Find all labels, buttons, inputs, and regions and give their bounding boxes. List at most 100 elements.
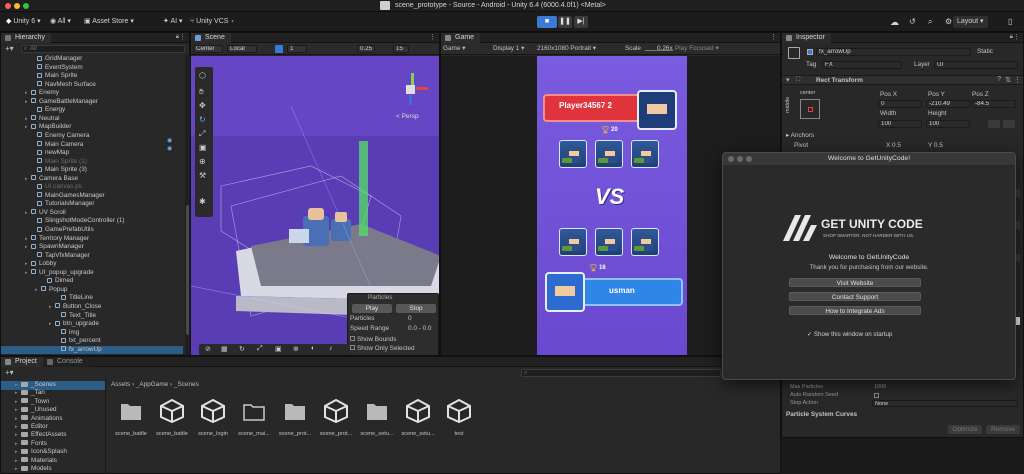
more-icon[interactable]: ⋮ — [179, 33, 186, 41]
height-field[interactable]: 100 — [926, 120, 970, 128]
help-icon[interactable]: ? — [997, 76, 1001, 83]
resolution-dropdown[interactable]: 2160x1080 Portrait ▾ — [537, 45, 596, 53]
scrollbar-thumb[interactable] — [186, 205, 189, 335]
hierarchy-item[interactable]: ▸ GameBattleManager — [25, 98, 98, 107]
hierarchy-item[interactable]: ▸ SpawnManager — [25, 243, 84, 252]
show-bounds-checkbox[interactable]: Show Bounds — [350, 336, 396, 344]
pause-button[interactable]: ❚❚ — [558, 16, 572, 28]
folder-tree-item[interactable]: ▸ Fonts — [15, 440, 47, 449]
add-button[interactable]: +▾ — [5, 45, 14, 53]
hierarchy-item[interactable]: GamePrefabUtils — [31, 226, 94, 235]
pivot-dropdown[interactable]: Center — [193, 45, 223, 53]
optimize-button[interactable]: Optimize — [948, 425, 982, 434]
hierarchy-item[interactable]: Main Camera — [31, 141, 83, 150]
hierarchy-item[interactable]: ▸ Camera Base — [25, 175, 78, 184]
rect-transform-header[interactable]: ▾ ⛶ Rect Transform ? ⇅ ⋮ — [782, 75, 1023, 85]
breadcrumb-item[interactable]: _AppGame — [136, 381, 168, 388]
hierarchy-item[interactable]: Main Sprite — [31, 72, 77, 81]
play-focused-dropdown[interactable]: Play Focused ▾ — [675, 45, 719, 53]
folder-tree-item[interactable]: ▸ _Town — [15, 398, 49, 407]
layer-number-field[interactable]: 1 — [287, 45, 307, 53]
hierarchy-item[interactable]: UI.canvas.ps — [31, 183, 82, 192]
asset-item[interactable]: test — [439, 397, 479, 447]
step-button[interactable]: ▶| — [574, 16, 588, 28]
scale-icon[interactable]: ⤢ — [199, 129, 205, 139]
eye-icon[interactable]: ◉ — [167, 137, 172, 144]
integrate-ads-button[interactable]: How to Integrate Ads — [789, 306, 921, 315]
space-dropdown[interactable]: Local — [227, 45, 257, 53]
project-search-input[interactable]: ⌕ — [521, 369, 721, 377]
hierarchy-item[interactable]: Dimed — [41, 277, 73, 286]
hierarchy-item[interactable]: ▸ Popup — [35, 286, 67, 295]
visit-website-button[interactable]: Visit Website — [789, 278, 921, 287]
hierarchy-item[interactable]: Main Sprite (1) — [31, 158, 87, 167]
object-name-field[interactable]: fx_arrowUp — [816, 48, 971, 56]
show-on-startup-checkbox[interactable]: ✓ Show this window on startup — [807, 331, 892, 338]
hierarchy-item[interactable]: TutorialsManager — [31, 200, 95, 209]
eye-icon[interactable]: ◉ — [167, 145, 172, 152]
folder-tree-item[interactable]: ▸ Editor — [15, 423, 48, 432]
hierarchy-item[interactable]: Main Sprite (3) — [31, 166, 87, 175]
tab-scene[interactable]: Scene — [191, 33, 231, 43]
persp-label[interactable]: < Persp — [396, 113, 419, 120]
folder-tree-item[interactable]: ▸ Animations — [15, 415, 63, 424]
layer-dropdown[interactable]: UI — [934, 61, 1018, 69]
scale-icon[interactable]: ⤢ — [257, 345, 263, 353]
asset-item[interactable]: scene_battle — [111, 397, 151, 447]
pivot-y-value[interactable]: Y 0.5 — [928, 142, 943, 150]
ai-button[interactable]: ✦ AI ▾ — [159, 16, 187, 28]
static-toggle[interactable]: Static — [977, 48, 993, 56]
game-view[interactable]: Player34567 2 🏆︎ 20 VS 🏆︎ 16 usman — [537, 56, 687, 355]
hierarchy-item[interactable]: GridManager — [31, 55, 82, 64]
stop-action-dropdown[interactable]: None — [872, 400, 1018, 407]
transform-icon[interactable]: ⊕ — [293, 345, 299, 353]
grid-icon[interactable]: ▦ — [221, 345, 228, 353]
hierarchy-item[interactable]: ▸ Neutral — [25, 115, 60, 124]
more-icon[interactable]: ⋮ — [429, 33, 436, 41]
show-only-selected-checkbox[interactable]: Show Only Selected — [350, 345, 415, 353]
pos-z-field[interactable]: -84.5 — [972, 100, 1016, 108]
close-window-button[interactable] — [5, 3, 11, 9]
asset-item[interactable]: scene_battle — [152, 397, 192, 447]
tab-game[interactable]: Game — [441, 33, 481, 43]
rect-tool-icon[interactable]: ▣ — [199, 143, 207, 152]
asset-item[interactable]: scene_setu... — [357, 397, 397, 447]
tab-console[interactable]: Console — [43, 357, 89, 367]
sidebar-toggle-button[interactable]: ▯ — [1004, 16, 1016, 28]
scene-gizmo[interactable] — [396, 73, 430, 107]
folder-tree-item[interactable]: ▸ Icon&Splash — [15, 448, 67, 457]
remove-button[interactable]: Remove — [986, 425, 1020, 434]
layout-dropdown[interactable]: Layout ▾ — [953, 16, 988, 28]
hierarchy-item[interactable]: ▸ Button_Close — [49, 303, 101, 312]
folder-tree-item[interactable]: ▸ _Unused — [15, 406, 57, 415]
more-icon[interactable]: ⋮ — [1014, 76, 1021, 84]
raw-edit-button[interactable] — [1003, 120, 1015, 128]
hierarchy-item[interactable]: txt_percent — [55, 337, 101, 346]
rotate-icon[interactable]: ↻ — [239, 345, 245, 353]
anchors-foldout[interactable]: ▸ Anchors — [786, 132, 814, 140]
folder-tree-item[interactable]: ▸ _Tan — [15, 389, 45, 398]
hierarchy-item[interactable]: fx_arrowUp — [1, 345, 183, 355]
active-checkbox[interactable] — [807, 49, 813, 55]
create-button[interactable]: +▾ — [5, 369, 14, 377]
hierarchy-item[interactable]: ▸ UV Scroll — [25, 209, 66, 218]
asset-item[interactable]: scene_login — [193, 397, 233, 447]
tab-inspector[interactable]: Inspector — [782, 33, 831, 43]
audio-icon[interactable]: ♪ — [329, 345, 333, 352]
transform-icon[interactable]: ⊕ — [199, 157, 206, 166]
blueprint-mode-button[interactable] — [988, 120, 1000, 128]
tag-dropdown[interactable]: FX — [822, 61, 902, 69]
auto-random-seed-checkbox[interactable] — [874, 393, 879, 398]
grid-value-field[interactable]: 15 — [393, 45, 409, 53]
tab-project[interactable]: Project — [1, 357, 43, 367]
hierarchy-item[interactable]: TapVfxManager — [31, 252, 90, 261]
account-filter-button[interactable]: ◉ All ▾ — [46, 16, 75, 28]
asset-item[interactable]: scene_prot... — [275, 397, 315, 447]
particles-stop-button[interactable]: Stop — [396, 304, 436, 313]
particle-tool-icon[interactable]: ✱ — [199, 197, 206, 206]
asset-item[interactable]: scene_setu... — [398, 397, 438, 447]
particles-play-button[interactable]: Play — [352, 304, 392, 313]
preset-icon[interactable]: ⇅ — [1005, 76, 1011, 84]
unity-vcs-button[interactable]: ⑂ Unity VCS ▾ — [186, 16, 239, 28]
asset-item[interactable]: scene_prot... — [316, 397, 356, 447]
